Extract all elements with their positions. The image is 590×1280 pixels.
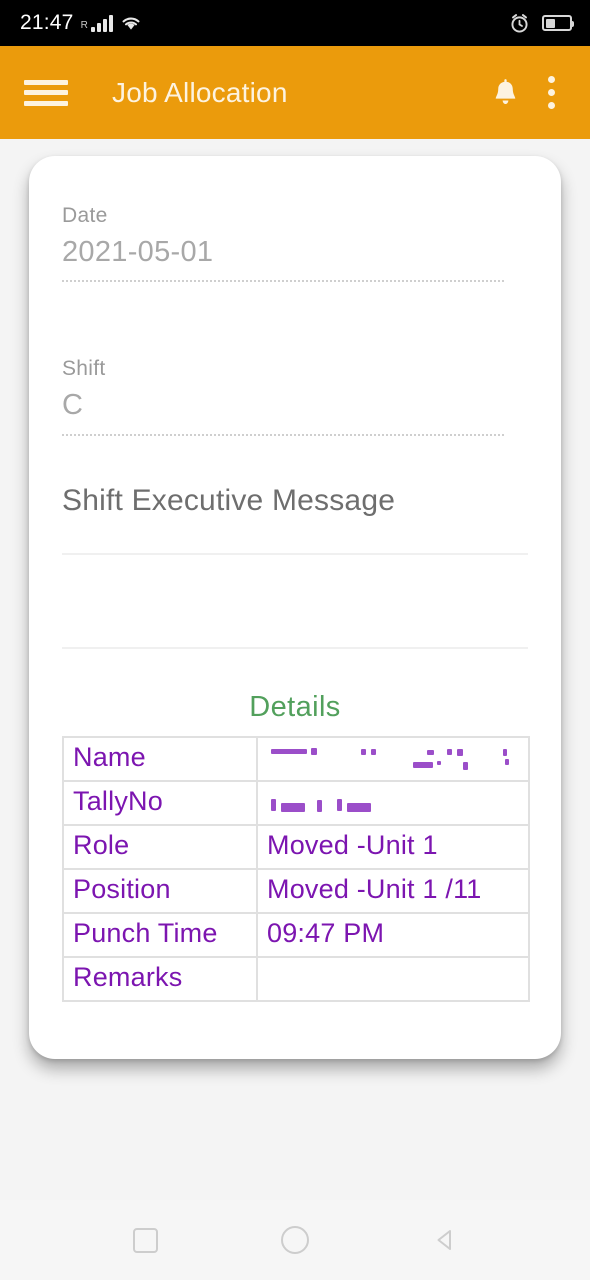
details-key-name: Name <box>62 735 258 782</box>
job-allocation-card: Date 2021-05-01 Shift C Shift Executive … <box>29 156 561 1059</box>
redacted-tallyno-value <box>267 787 519 817</box>
page-title: Job Allocation <box>112 76 288 108</box>
details-value-punch-time: 09:47 PM <box>256 911 530 958</box>
details-value-name <box>256 735 530 782</box>
status-bar-right <box>509 13 574 34</box>
date-field-value: 2021-05-01 <box>62 236 214 268</box>
alarm-clock-icon <box>511 13 528 32</box>
field-spacer <box>62 282 528 347</box>
table-row: Role Moved -Unit 1 <box>62 823 530 870</box>
details-key-tallyno: TallyNo <box>62 779 258 826</box>
date-field-label: Date <box>62 204 108 227</box>
hamburger-menu-icon[interactable] <box>24 77 68 109</box>
status-bar-clock: 21:47 <box>20 11 74 34</box>
shift-executive-message-box[interactable] <box>62 552 528 649</box>
shift-field-label: Shift <box>62 357 106 381</box>
wifi-icon <box>122 17 140 30</box>
battery-icon <box>542 15 574 31</box>
date-field[interactable]: Date 2021-05-01 <box>62 194 528 283</box>
signal-bars-icon <box>90 14 113 32</box>
table-row: Name <box>62 735 530 782</box>
roaming-indicator: R <box>80 20 88 31</box>
more-vertical-icon[interactable] <box>534 73 568 113</box>
triangle-back-icon[interactable] <box>422 1217 468 1263</box>
bell-icon[interactable] <box>488 75 522 111</box>
details-value-role: Moved -Unit 1 <box>256 823 530 870</box>
details-key-role: Role <box>62 823 258 870</box>
details-table: Name TallyNo Role Moved -Unit 1 Position… <box>62 735 530 1002</box>
square-recents-icon[interactable] <box>122 1217 168 1263</box>
table-row: Position Moved -Unit 1 /11 <box>62 867 530 914</box>
shift-executive-message-heading: Shift Executive Message <box>62 483 396 517</box>
details-value-position: Moved -Unit 1 /11 <box>256 867 530 914</box>
details-key-position: Position <box>62 867 258 914</box>
table-row: Remarks <box>62 955 530 1002</box>
status-bar: 21:47 R <box>0 0 590 46</box>
details-key-punch-time: Punch Time <box>62 911 258 958</box>
shift-field[interactable]: Shift C <box>62 347 528 436</box>
details-heading: Details <box>249 690 341 723</box>
table-row: Punch Time 09:47 PM <box>62 911 530 958</box>
page-body: Date 2021-05-01 Shift C Shift Executive … <box>0 139 590 1280</box>
redacted-name-value <box>267 743 519 773</box>
table-row: TallyNo <box>62 779 530 826</box>
circle-home-icon[interactable] <box>272 1217 318 1263</box>
details-value-tallyno <box>256 779 530 826</box>
android-nav-bar <box>0 1200 590 1280</box>
details-value-remarks <box>256 955 530 1002</box>
shift-field-value: C <box>62 389 84 422</box>
status-bar-left: 21:47 R <box>20 11 142 35</box>
app-bar: Job Allocation <box>0 46 590 139</box>
shift-field-underline <box>62 433 504 436</box>
details-key-remarks: Remarks <box>62 955 258 1002</box>
